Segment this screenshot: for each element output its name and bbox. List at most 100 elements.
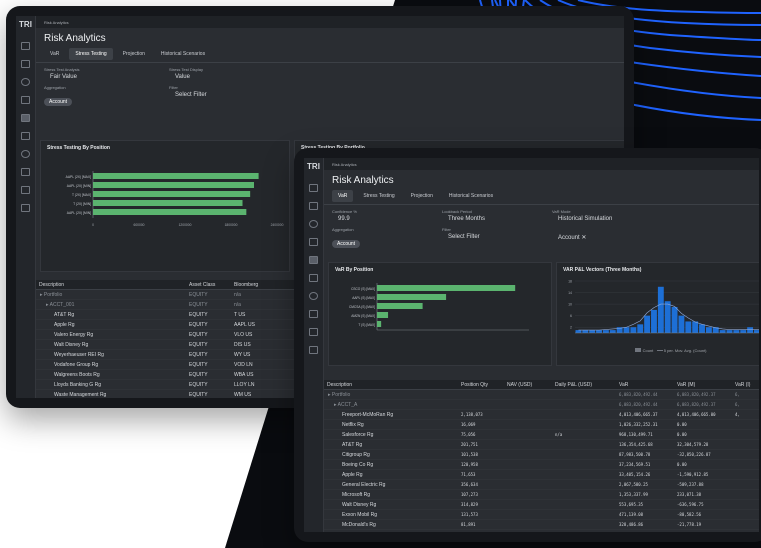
lookback-select[interactable]: Three Months — [442, 214, 552, 224]
folder-icon[interactable] — [309, 310, 318, 318]
table-cell: EQUITY — [189, 381, 208, 388]
histogram-bar — [671, 307, 678, 333]
globe-icon[interactable] — [309, 220, 318, 228]
breadcrumb[interactable]: Risk Analytics — [324, 158, 759, 170]
home-icon[interactable] — [309, 184, 318, 192]
column-header[interactable]: Asset Class — [186, 282, 231, 288]
table-cell: 81,891 — [461, 522, 476, 527]
table-row[interactable]: Microsoft Rg 107,273 1,353,337.99 233,071.3… — [324, 490, 759, 500]
home-icon[interactable] — [21, 42, 30, 50]
table-cell: 2,067,580.25 — [619, 482, 648, 487]
close-icon[interactable]: ✕ — [581, 235, 586, 241]
bar-category-label: AMZN (S) [MAX] — [351, 314, 375, 318]
breadcrumb[interactable]: Risk Analytics — [36, 16, 624, 28]
column-header[interactable]: NAV (USD) — [504, 382, 552, 388]
table-row[interactable]: Citigroup Rg 101,538 87,983,500.78 -32,850,… — [324, 450, 759, 460]
tab-stress-testing[interactable]: Stress Testing — [69, 48, 113, 60]
column-header[interactable]: VaR (I) — [732, 382, 752, 388]
table-row[interactable]: General Electric Rg 356,634 2,067,580.25 -5… — [324, 480, 759, 490]
clock-icon[interactable] — [309, 292, 318, 300]
document-icon[interactable] — [309, 238, 318, 246]
column-header[interactable]: Position Qty — [458, 382, 504, 388]
document-icon[interactable] — [21, 96, 30, 104]
clock-icon[interactable] — [21, 150, 30, 158]
column-header[interactable]: Bloomberg — [231, 282, 291, 288]
table-cell: n/a — [234, 301, 241, 308]
table-cell: 33,405,154.26 — [619, 472, 651, 477]
column-header[interactable]: Description — [324, 382, 458, 388]
front-main: Risk Analytics Risk Analytics VaR Stress… — [324, 158, 759, 532]
legend-count: Count — [642, 348, 654, 353]
user-icon[interactable] — [309, 274, 318, 282]
filter-select[interactable]: Select Filter — [442, 232, 552, 242]
bar-category-label: AAPL (2X) [MIN] — [67, 184, 91, 188]
table-row[interactable]: Salesforce Rg 75,056 n/a 968,130,499.71 0.00 — [324, 430, 759, 440]
table-row[interactable]: AT&T Rg 201,751 136,354,425.68 32,304,579.2… — [324, 440, 759, 450]
column-header[interactable]: Description — [36, 282, 186, 288]
table-cell: 16,069 — [461, 422, 476, 427]
tab-historical-scenarios[interactable]: Historical Scenarios — [443, 190, 499, 202]
varmode-select[interactable]: Historical Simulation — [552, 214, 662, 224]
chart-icon[interactable] — [309, 256, 318, 264]
table-cell: 2,138,073 — [461, 412, 483, 417]
tab-var[interactable]: VaR — [332, 190, 354, 202]
tab-stress-testing[interactable]: Stress Testing — [357, 190, 400, 202]
table-cell: 6, — [735, 392, 740, 397]
column-header[interactable]: VaR — [616, 382, 674, 388]
histogram-bar — [699, 324, 705, 333]
account-chip-label: Account — [558, 235, 580, 241]
table-row[interactable]: ▸ Portfolio 6,083,820,492.44 6,083,820,492… — [324, 390, 759, 400]
table-cell: ▸ Portfolio — [328, 391, 351, 398]
table-cell: 0.00 — [677, 432, 687, 437]
folder-icon[interactable] — [21, 168, 30, 176]
x-tick-label: 1200000 — [179, 223, 192, 227]
table-row[interactable]: ▸ ACCT_A 6,083,820,492.44 6,083,820,492.37… — [324, 400, 759, 410]
bar — [93, 191, 251, 197]
user-icon[interactable] — [21, 132, 30, 140]
grid-icon[interactable] — [309, 202, 318, 210]
table-cell: 6,083,820,492.37 — [677, 402, 716, 407]
tools-icon[interactable] — [309, 346, 318, 354]
bar — [377, 303, 423, 309]
filter-select[interactable]: Select Filter — [169, 90, 294, 100]
table-cell: 1,353,337.99 — [619, 492, 648, 497]
tab-projection[interactable]: Projection — [405, 190, 439, 202]
report-icon[interactable] — [21, 186, 30, 194]
table-row[interactable]: Netflix Rg 16,069 1,026,332,252.31 0.00 — [324, 420, 759, 430]
aggregation-chip[interactable]: Account — [44, 98, 73, 106]
analysis-select[interactable]: Fair Value — [44, 72, 169, 82]
table-cell: n/a — [234, 291, 241, 298]
report-icon[interactable] — [309, 328, 318, 336]
grid-icon[interactable] — [21, 60, 30, 68]
display-select[interactable]: Value — [169, 72, 294, 82]
column-header[interactable]: VaR (M) — [674, 382, 732, 388]
aggregation-chip[interactable]: Account — [332, 240, 361, 248]
table-row[interactable]: Walt Disney Rg 314,829 553,695.35 -636,596.… — [324, 500, 759, 510]
tab-var[interactable]: VaR — [44, 48, 65, 60]
table-cell: EQUITY — [189, 291, 208, 298]
table-row[interactable]: Walmart Rg78,803n/a271,736.93-81,542.82 — [324, 530, 759, 533]
table-cell: 87,983,500.78 — [619, 452, 651, 457]
table-cell: Walmart Rg — [324, 532, 458, 533]
table-row[interactable]: Boeing Co Rg 120,958 37,234,569.51 0.00 — [324, 460, 759, 470]
table-row[interactable]: Freeport-McMoRan Rg 2,138,073 4,013,406,66… — [324, 410, 759, 420]
tab-historical-scenarios[interactable]: Historical Scenarios — [155, 48, 211, 60]
chart-icon[interactable] — [21, 114, 30, 122]
table-cell: AAPL US — [234, 321, 255, 328]
account-filter-chip[interactable]: Account ✕ — [552, 232, 662, 243]
tab-projection[interactable]: Projection — [117, 48, 151, 60]
table-cell: Apple Rg — [342, 471, 363, 478]
table-cell: 6,083,820,492.44 — [619, 392, 658, 397]
confidence-input[interactable]: 99.9 — [332, 214, 442, 224]
table-row[interactable]: Apple Rg 71,653 33,405,154.26 -1,590,912.85 — [324, 470, 759, 480]
histogram-bar — [644, 315, 651, 333]
table-cell: 4,013,406,665.37 — [619, 412, 658, 417]
globe-icon[interactable] — [21, 78, 30, 86]
filter-form: Confidence % 99.9 Lookback Period Three … — [324, 205, 759, 254]
table-cell: 471,139.08 — [619, 512, 644, 517]
table-row[interactable]: Exxon Mobil Rg 131,573 471,139.08 -80,582.5… — [324, 510, 759, 520]
table-cell: 233,071.38 — [677, 492, 702, 497]
tools-icon[interactable] — [21, 204, 30, 212]
table-row[interactable]: McDonald's Rg 81,891 328,486.86 -21,778.19 — [324, 520, 759, 530]
column-header[interactable]: Daily P&L (USD) — [552, 382, 616, 388]
